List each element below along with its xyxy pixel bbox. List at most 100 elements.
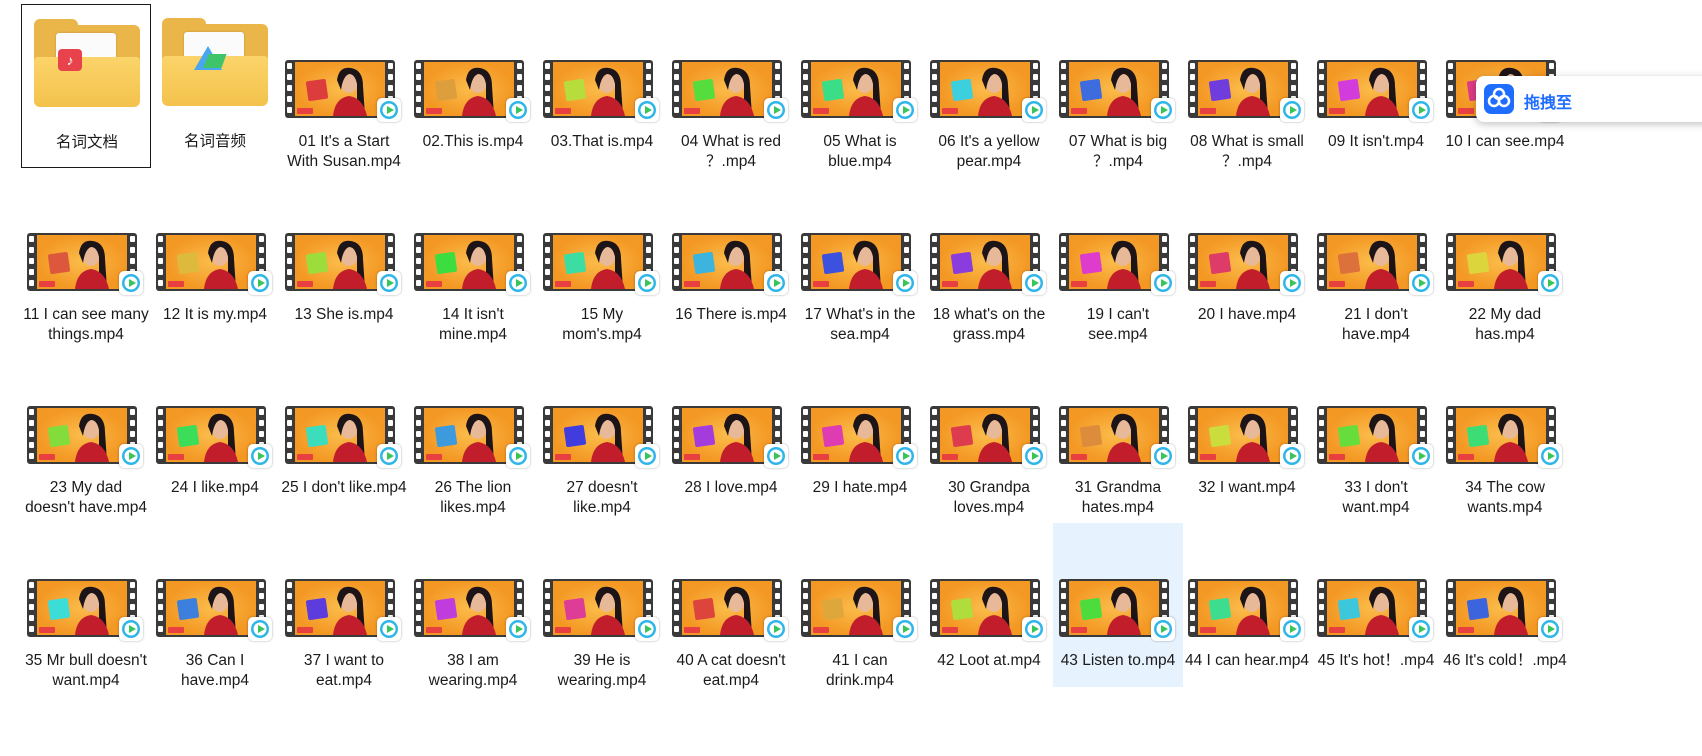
video-file-item[interactable]: 36 Can I have.mp4 — [150, 523, 280, 689]
video-file-item[interactable]: 45 It's hot！.mp4 — [1311, 523, 1441, 687]
video-thumbnail-icon — [156, 185, 274, 295]
video-file-item[interactable]: 27 doesn't like.mp4 — [537, 350, 667, 516]
video-file-item[interactable]: 21 I don't have.mp4 — [1311, 177, 1441, 343]
video-thumbnail-icon — [27, 185, 145, 295]
player-badge-icon — [893, 444, 917, 468]
file-name: 10 I can see.mp4 — [1445, 133, 1565, 150]
player-badge-icon — [635, 617, 659, 641]
video-thumbnail-icon — [1446, 531, 1564, 641]
video-file-item[interactable]: 01 It's a Start With Susan.mp4 — [279, 4, 409, 170]
player-badge-icon — [377, 617, 401, 641]
video-thumbnail-icon — [543, 531, 661, 641]
player-badge-icon — [1538, 444, 1562, 468]
folder-name: 名词文档 — [55, 134, 118, 151]
file-name: 36 Can I have.mp4 — [180, 652, 250, 689]
video-file-item[interactable]: 16 There is.mp4 — [666, 177, 796, 341]
video-thumbnail-icon — [801, 185, 919, 295]
player-badge-icon — [506, 444, 530, 468]
video-file-item[interactable]: 29 I hate.mp4 — [795, 350, 925, 514]
video-file-item[interactable]: 46 It's cold！.mp4 — [1440, 523, 1570, 687]
video-file-item[interactable]: 40 A cat doesn't eat.mp4 — [666, 523, 796, 689]
video-file-item[interactable]: 24 I like.mp4 — [150, 350, 280, 514]
drag-button-label: 拖拽至 — [1524, 95, 1573, 112]
video-thumbnail-icon — [1188, 531, 1306, 641]
video-file-item[interactable]: 04 What is red ？.mp4 — [666, 4, 796, 170]
video-file-item[interactable]: 28 I love.mp4 — [666, 350, 796, 514]
player-badge-icon — [1280, 271, 1304, 295]
file-grid: ♪ 名词文档 名词音频 01 It's a Start With Susan.m… — [0, 0, 1702, 756]
video-file-item[interactable]: 41 I can drink.mp4 — [795, 523, 925, 689]
file-name: 34 The cow wants.mp4 — [1465, 479, 1545, 516]
video-file-item[interactable]: 20 I have.mp4 — [1182, 177, 1312, 341]
video-file-item[interactable]: 37 I want to eat.mp4 — [279, 523, 409, 689]
video-file-item[interactable]: 43 Listen to.mp4 — [1053, 523, 1183, 687]
video-file-item[interactable]: 15 My mom's.mp4 — [537, 177, 667, 343]
video-thumbnail-icon — [1317, 185, 1435, 295]
video-file-item[interactable]: 23 My dad doesn't have.mp4 — [21, 350, 151, 516]
video-file-item[interactable]: 13 She is.mp4 — [279, 177, 409, 341]
video-thumbnail-icon — [414, 12, 532, 122]
player-badge-icon — [764, 444, 788, 468]
video-file-item[interactable]: 11 I can see many things.mp4 — [21, 177, 151, 343]
video-file-item[interactable]: 34 The cow wants.mp4 — [1440, 350, 1570, 516]
file-name: 29 I hate.mp4 — [812, 479, 908, 496]
video-thumbnail-icon — [27, 358, 145, 468]
video-thumbnail-icon — [285, 531, 403, 641]
video-file-item[interactable]: 19 I can't see.mp4 — [1053, 177, 1183, 343]
video-thumbnail-icon — [1188, 185, 1306, 295]
video-thumbnail-icon — [543, 358, 661, 468]
video-file-item[interactable]: 03.That is.mp4 — [537, 4, 667, 168]
video-file-item[interactable]: 02.This is.mp4 — [408, 4, 538, 168]
video-thumbnail-icon — [1059, 12, 1177, 122]
player-badge-icon — [1151, 271, 1175, 295]
video-file-item[interactable]: 31 Grandma hates.mp4 — [1053, 350, 1183, 516]
file-name: 28 I love.mp4 — [684, 479, 778, 496]
player-badge-icon — [1409, 617, 1433, 641]
video-file-item[interactable]: 07 What is big ？.mp4 — [1053, 4, 1183, 170]
video-file-item[interactable]: 12 It is my.mp4 — [150, 177, 280, 341]
folder-name: 名词音频 — [183, 133, 246, 150]
video-file-item[interactable]: 35 Mr bull doesn't want.mp4 — [21, 523, 151, 689]
video-file-item[interactable]: 18 what's on the grass.mp4 — [924, 177, 1054, 343]
video-file-item[interactable]: 26 The lion likes.mp4 — [408, 350, 538, 516]
document-folder-icon: ♪ — [28, 13, 146, 113]
video-thumbnail-icon — [414, 358, 532, 468]
video-thumbnail-icon — [285, 12, 403, 122]
video-file-item[interactable]: 09 It isn't.mp4 — [1311, 4, 1441, 168]
video-file-item[interactable]: 25 I don't like.mp4 — [279, 350, 409, 514]
video-thumbnail-icon — [801, 358, 919, 468]
video-file-item[interactable]: 39 He is wearing.mp4 — [537, 523, 667, 689]
video-file-item[interactable]: 14 It isn't mine.mp4 — [408, 177, 538, 343]
video-file-item[interactable]: 05 What is blue.mp4 — [795, 4, 925, 170]
file-name: 23 My dad doesn't have.mp4 — [25, 479, 147, 516]
video-file-item[interactable]: 30 Grandpa loves.mp4 — [924, 350, 1054, 516]
player-badge-icon — [764, 617, 788, 641]
file-name: 18 what's on the grass.mp4 — [932, 306, 1046, 343]
player-badge-icon — [119, 444, 143, 468]
file-name: 04 What is red ？.mp4 — [681, 133, 781, 170]
video-thumbnail-icon — [672, 12, 790, 122]
video-file-item[interactable]: 08 What is small ？.mp4 — [1182, 4, 1312, 170]
player-badge-icon — [635, 444, 659, 468]
file-name: 12 It is my.mp4 — [163, 306, 267, 323]
video-thumbnail-icon — [543, 185, 661, 295]
file-name: 37 I want to eat.mp4 — [303, 652, 385, 689]
video-file-item[interactable]: 44 I can hear.mp4 — [1182, 523, 1312, 687]
video-file-item[interactable]: 17 What's in the sea.mp4 — [795, 177, 925, 343]
file-name: 15 My mom's.mp4 — [562, 306, 642, 343]
player-badge-icon — [248, 271, 272, 295]
video-thumbnail-icon — [414, 185, 532, 295]
video-file-item[interactable]: 06 It's a yellow pear.mp4 — [924, 4, 1054, 170]
player-badge-icon — [1409, 98, 1433, 122]
video-file-item[interactable]: 38 I am wearing.mp4 — [408, 523, 538, 689]
player-badge-icon — [893, 98, 917, 122]
video-file-item[interactable]: 22 My dad has.mp4 — [1440, 177, 1570, 343]
video-file-item[interactable]: 32 I want.mp4 — [1182, 350, 1312, 514]
video-thumbnail-icon — [672, 358, 790, 468]
video-file-item[interactable]: 42 Loot at.mp4 — [924, 523, 1054, 687]
video-file-item[interactable]: 33 I don't want.mp4 — [1311, 350, 1441, 516]
file-name: 26 The lion likes.mp4 — [434, 479, 512, 516]
drag-to-upload-button[interactable]: 拖拽至 — [1476, 76, 1702, 122]
folder-item[interactable]: 名词音频 — [150, 4, 280, 168]
folder-item[interactable]: ♪ 名词文档 — [21, 4, 151, 168]
